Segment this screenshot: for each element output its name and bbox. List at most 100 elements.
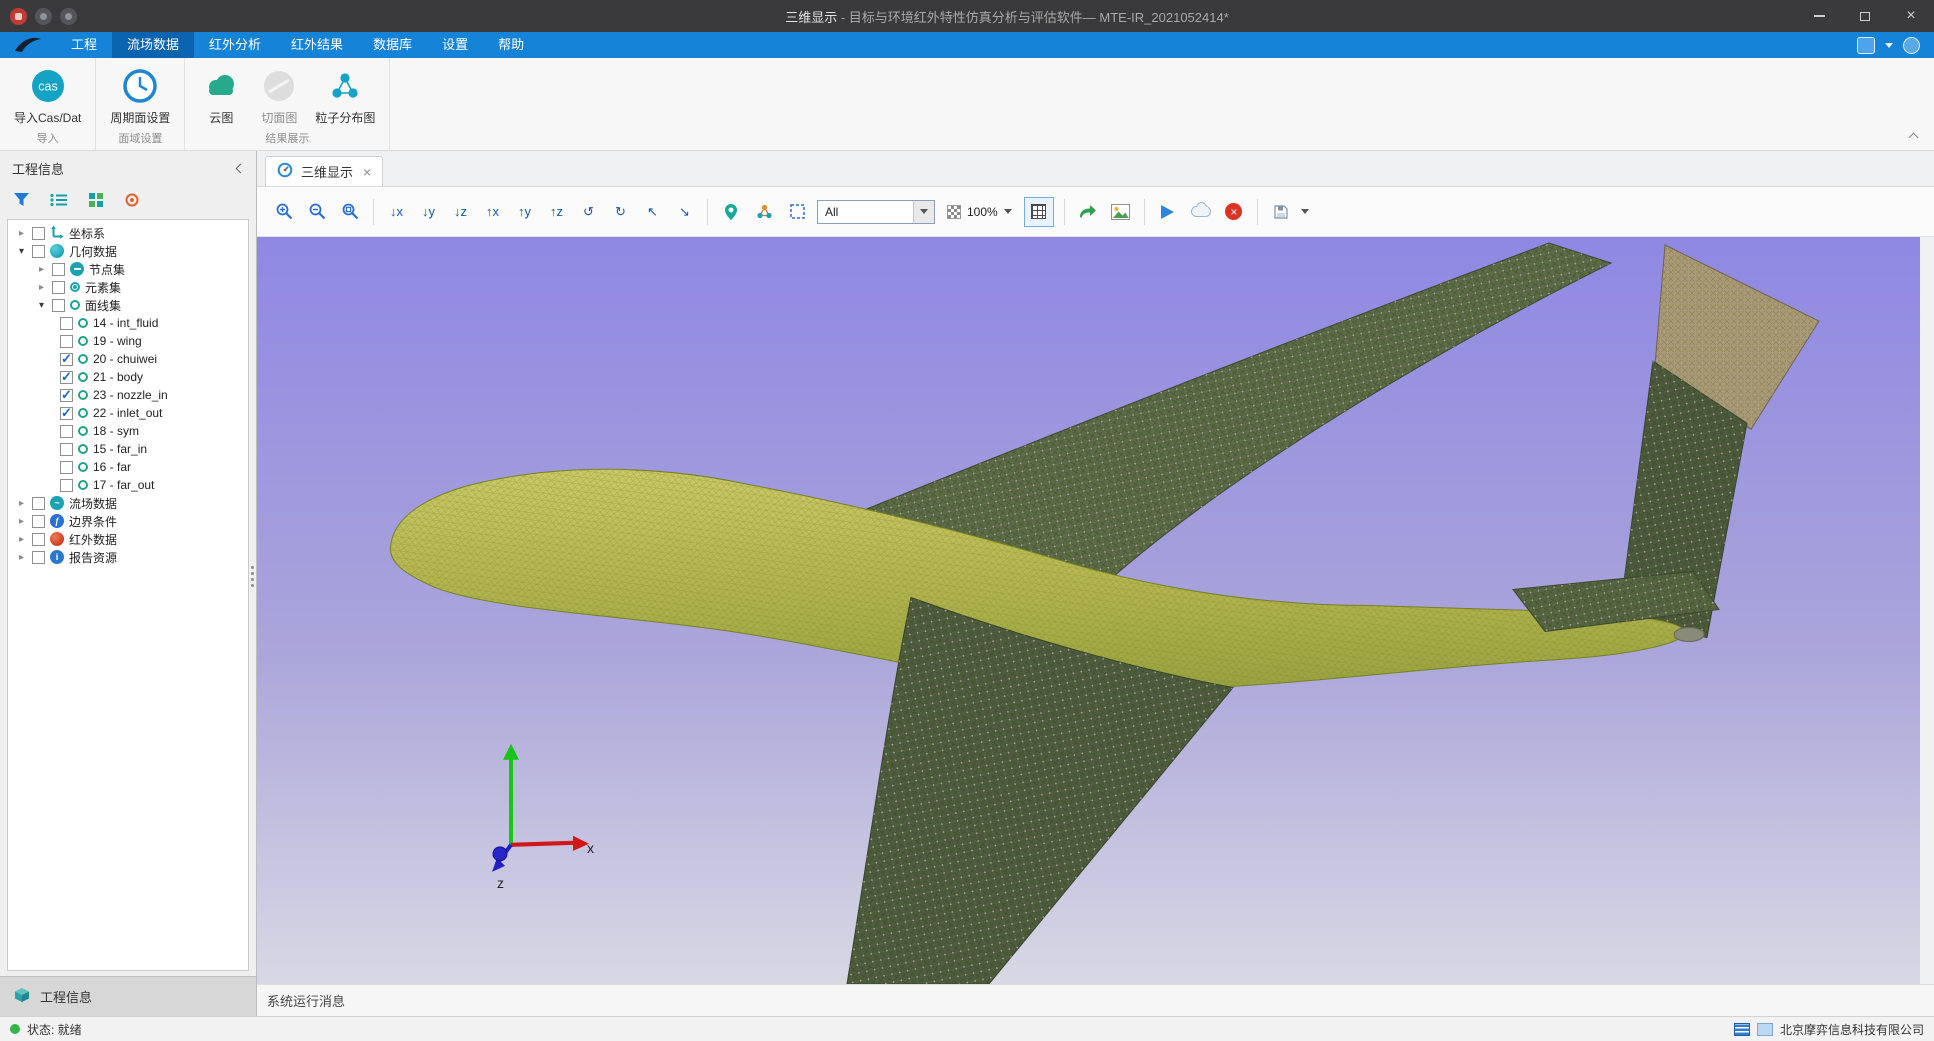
particle-trace-button[interactable] [751, 199, 777, 225]
tree-item-face[interactable]: 22 - inlet_out [8, 404, 248, 422]
minimize-button[interactable] [1796, 0, 1842, 32]
app-record-icon[interactable] [10, 8, 27, 25]
view-neg-x-button[interactable] [384, 199, 409, 224]
particle-distribution-button[interactable]: 粒子分布图 [309, 63, 381, 128]
view-neg-y-button[interactable] [416, 199, 441, 224]
zoom-level-control[interactable]: 100% [942, 198, 1017, 226]
tree-item-node-set[interactable]: 节点集 [8, 260, 248, 278]
checkbox[interactable] [60, 443, 73, 456]
tree-item-boundary-conditions[interactable]: f 边界条件 [8, 512, 248, 530]
layout-icon[interactable] [1734, 1023, 1750, 1036]
checkbox[interactable] [60, 317, 73, 330]
view-pos-x-button[interactable] [480, 199, 505, 224]
filter-icon[interactable] [13, 192, 30, 210]
quick-tool-icon-2[interactable] [60, 8, 77, 25]
locate-target-icon[interactable] [124, 192, 140, 211]
checkbox[interactable] [60, 425, 73, 438]
list-view-icon[interactable] [50, 193, 68, 210]
checkbox[interactable] [32, 533, 45, 546]
checkbox[interactable] [32, 227, 45, 240]
menu-item-flowfield-data[interactable]: 流场数据 [112, 32, 194, 58]
view-iso-nw-button[interactable] [640, 199, 665, 224]
save-options-caret-icon[interactable] [1301, 209, 1309, 214]
menu-item-project[interactable]: 工程 [56, 32, 112, 58]
tree-item-face[interactable]: 14 - int_fluid [8, 314, 248, 332]
clear-results-button[interactable]: × [1221, 199, 1247, 225]
box-zoom-button[interactable] [784, 199, 810, 225]
tree-item-coordinate-system[interactable]: 坐标系 [8, 224, 248, 242]
tree-item-face[interactable]: 15 - far_in [8, 440, 248, 458]
user-icon[interactable] [1903, 37, 1920, 54]
checkbox[interactable] [60, 461, 73, 474]
combobox-arrow-button[interactable] [913, 201, 934, 223]
checkbox[interactable] [32, 515, 45, 528]
checkbox[interactable] [60, 479, 73, 492]
tree-item-face[interactable]: 19 - wing [8, 332, 248, 350]
zoom-fit-button[interactable] [337, 199, 363, 225]
view-neg-z-button[interactable] [448, 199, 473, 224]
expand-arrow-icon[interactable] [16, 552, 27, 563]
checkbox[interactable] [32, 551, 45, 564]
tree-item-face[interactable]: 17 - far_out [8, 476, 248, 494]
viewport-3d-canvas[interactable]: x z [257, 237, 1920, 984]
tree-item-face[interactable]: 16 - far [8, 458, 248, 476]
zoom-out-button[interactable] [304, 199, 330, 225]
tree-item-face[interactable]: 23 - nozzle_in [8, 386, 248, 404]
system-message-bar[interactable]: 系统运行消息 [257, 984, 1934, 1016]
expand-arrow-icon[interactable] [16, 516, 27, 527]
panel-icon[interactable] [1757, 1023, 1773, 1036]
collapse-arrow-icon[interactable] [16, 246, 27, 257]
grid-view-icon[interactable] [88, 192, 104, 211]
checkbox[interactable] [32, 245, 45, 258]
tree-item-flowfield-data[interactable]: ~ 流场数据 [8, 494, 248, 512]
grid-toggle-button[interactable] [1024, 197, 1054, 227]
expand-arrow-icon[interactable] [16, 534, 27, 545]
probe-location-button[interactable] [718, 199, 744, 225]
checkbox[interactable] [60, 335, 73, 348]
tree-item-face[interactable]: 20 - chuiwei [8, 350, 248, 368]
menu-item-database[interactable]: 数据库 [358, 32, 427, 58]
export-view-button[interactable] [1075, 199, 1101, 225]
panel-collapse-button[interactable] [237, 165, 244, 172]
collapse-arrow-icon[interactable] [36, 300, 47, 311]
menu-item-settings[interactable]: 设置 [427, 32, 483, 58]
theme-icon[interactable] [1857, 37, 1875, 54]
display-filter-combobox[interactable]: All [817, 200, 935, 224]
view-pos-z-button[interactable] [544, 199, 569, 224]
checkbox[interactable] [52, 281, 65, 294]
expand-arrow-icon[interactable] [36, 264, 47, 275]
checkbox[interactable] [60, 353, 73, 366]
menu-item-help[interactable]: 帮助 [483, 32, 539, 58]
periodic-surface-button[interactable]: 周期面设置 [104, 63, 176, 128]
contour-map-button[interactable]: 云图 [193, 63, 249, 128]
quick-tool-icon-1[interactable] [35, 8, 52, 25]
tree-item-geometry-data[interactable]: 几何数据 [8, 242, 248, 260]
expand-arrow-icon[interactable] [16, 228, 27, 239]
viewport-3d[interactable]: x z [257, 237, 1920, 984]
tab-close-icon[interactable]: × [363, 165, 371, 179]
ribbon-collapse-button[interactable] [1910, 134, 1918, 142]
tree-item-element-set[interactable]: 元素集 [8, 278, 248, 296]
checkbox[interactable] [60, 407, 73, 420]
import-cas-dat-button[interactable]: cas 导入Cas/Dat [8, 63, 87, 128]
checkbox[interactable] [60, 389, 73, 402]
save-view-button[interactable] [1268, 199, 1294, 225]
expand-arrow-icon[interactable] [16, 498, 27, 509]
tree-item-face-set[interactable]: 面线集 [8, 296, 248, 314]
tree-item-report-resources[interactable]: i 报告资源 [8, 548, 248, 566]
rotate-ccw-button[interactable] [576, 199, 601, 224]
menu-item-infrared-analysis[interactable]: 红外分析 [194, 32, 276, 58]
view-pos-y-button[interactable] [512, 199, 537, 224]
panel-splitter-handle[interactable] [251, 566, 254, 587]
checkbox[interactable] [32, 497, 45, 510]
checkbox[interactable] [52, 299, 65, 312]
checkbox[interactable] [52, 263, 65, 276]
expand-arrow-icon[interactable] [36, 282, 47, 293]
view-iso-se-button[interactable] [672, 199, 697, 224]
zoom-in-button[interactable] [271, 199, 297, 225]
cloud-display-button[interactable] [1188, 199, 1214, 225]
rotate-cw-button[interactable] [608, 199, 633, 224]
close-button[interactable]: × [1888, 0, 1934, 32]
checkbox[interactable] [60, 371, 73, 384]
menu-item-infrared-results[interactable]: 红外结果 [276, 32, 358, 58]
